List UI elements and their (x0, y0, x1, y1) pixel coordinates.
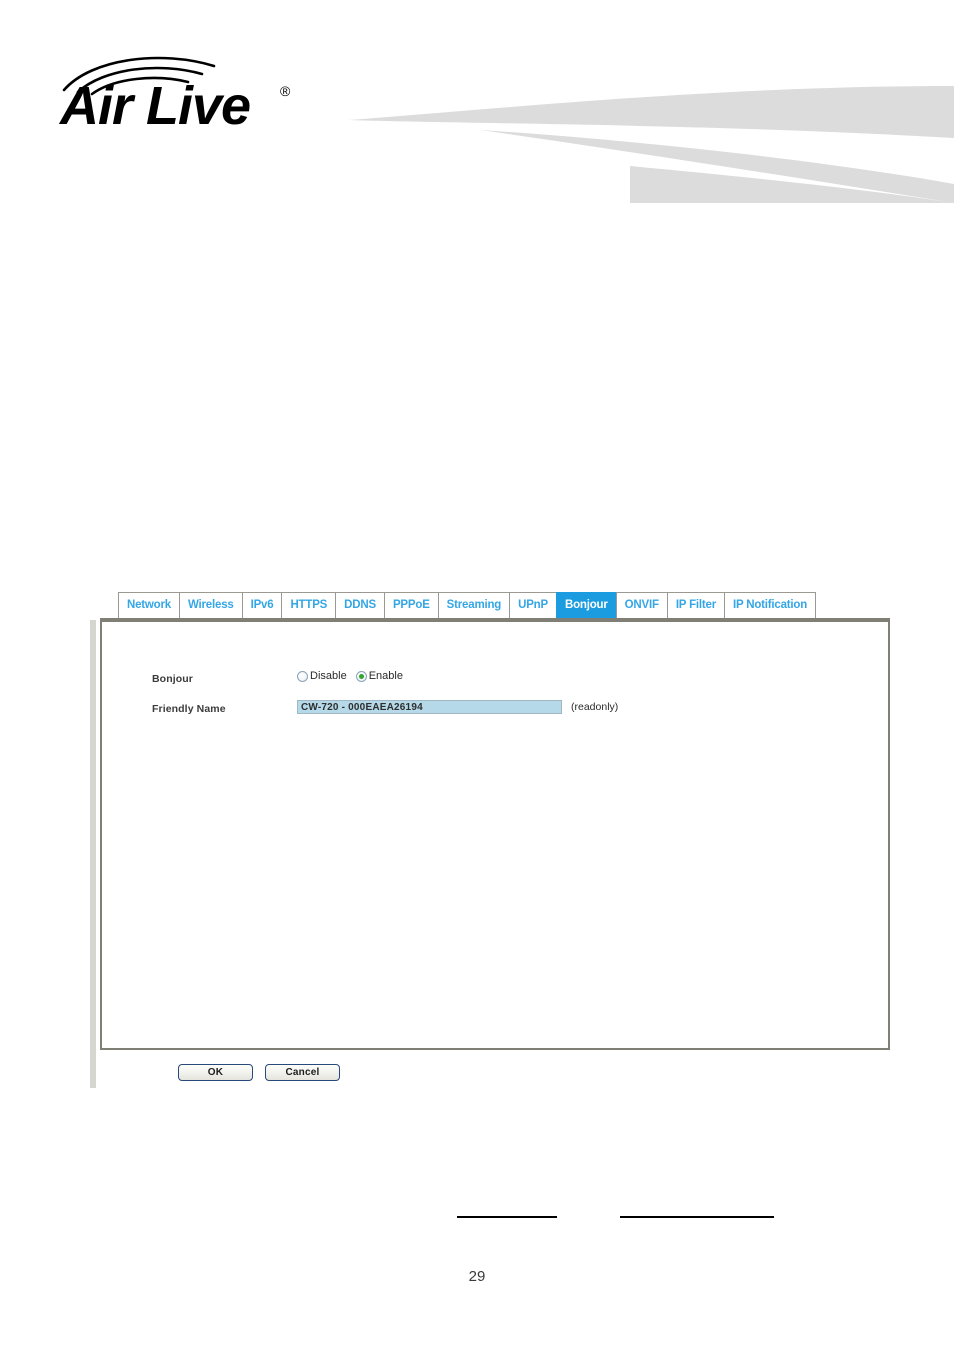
tab-ddns[interactable]: DDNS (335, 592, 384, 620)
radio-button-selected-icon (355, 670, 367, 682)
footer-rule-right (620, 1216, 774, 1218)
bonjour-label: Bonjour (152, 673, 193, 685)
svg-text:®: ® (280, 83, 291, 99)
tab-onvif[interactable]: ONVIF (615, 592, 667, 620)
panel-button-bar: OK Cancel (100, 1056, 890, 1088)
settings-tab-bar: Network Wireless IPv6 HTTPS DDNS PPPoE S… (118, 592, 890, 620)
form-row-bonjour: Bonjour Disable Enable (152, 670, 852, 690)
bonjour-radio-disable[interactable]: Disable (297, 670, 347, 682)
tab-bonjour[interactable]: Bonjour (555, 592, 616, 620)
friendly-name-readonly-note: (readonly) (571, 701, 619, 713)
tab-upnp[interactable]: UPnP (509, 592, 556, 620)
page-number: 29 (468, 1268, 486, 1285)
bonjour-radio-group: Disable Enable (297, 670, 403, 682)
friendly-name-label: Friendly Name (152, 703, 226, 715)
panel-left-accent-bar (90, 620, 96, 1088)
bonjour-radio-disable-label: Disable (310, 670, 347, 682)
bonjour-settings-panel: Bonjour Disable Enable Friendly Name CW-… (100, 620, 890, 1050)
radio-button-icon (297, 670, 308, 682)
footer-rules (0, 1216, 954, 1222)
tab-network[interactable]: Network (118, 592, 179, 620)
page-header: Air Live ® (0, 0, 954, 210)
form-row-friendly-name: Friendly Name (readonly) (152, 700, 852, 720)
svg-text:Air Live: Air Live (58, 76, 250, 132)
tab-pppoe[interactable]: PPPoE (383, 592, 438, 620)
airlive-logo: Air Live ® (52, 46, 312, 132)
tab-ip-notification[interactable]: IP Notification (723, 592, 817, 620)
footer-rule-left (457, 1216, 557, 1218)
friendly-name-control: (readonly) (297, 700, 618, 714)
tab-ipv6[interactable]: IPv6 (241, 592, 282, 620)
cancel-button[interactable]: Cancel (265, 1063, 340, 1081)
tab-wireless[interactable]: Wireless (178, 592, 242, 620)
settings-block: Network Wireless IPv6 HTTPS DDNS PPPoE S… (90, 592, 890, 1088)
tab-streaming[interactable]: Streaming (437, 592, 510, 620)
header-swoosh-decoration (330, 58, 954, 203)
ok-button[interactable]: OK (178, 1063, 253, 1081)
bonjour-form: Bonjour Disable Enable Friendly Name CW-… (152, 670, 852, 730)
bonjour-control: Disable Enable (297, 670, 403, 682)
tab-ip-filter[interactable]: IP Filter (666, 592, 724, 620)
friendly-name-input[interactable] (297, 700, 562, 714)
settings-panel-wrap: Bonjour Disable Enable Friendly Name CW-… (90, 618, 890, 1088)
tab-https[interactable]: HTTPS (281, 592, 336, 620)
bonjour-radio-enable-label: Enable (368, 670, 403, 682)
bonjour-radio-enable[interactable]: Enable (355, 670, 403, 682)
